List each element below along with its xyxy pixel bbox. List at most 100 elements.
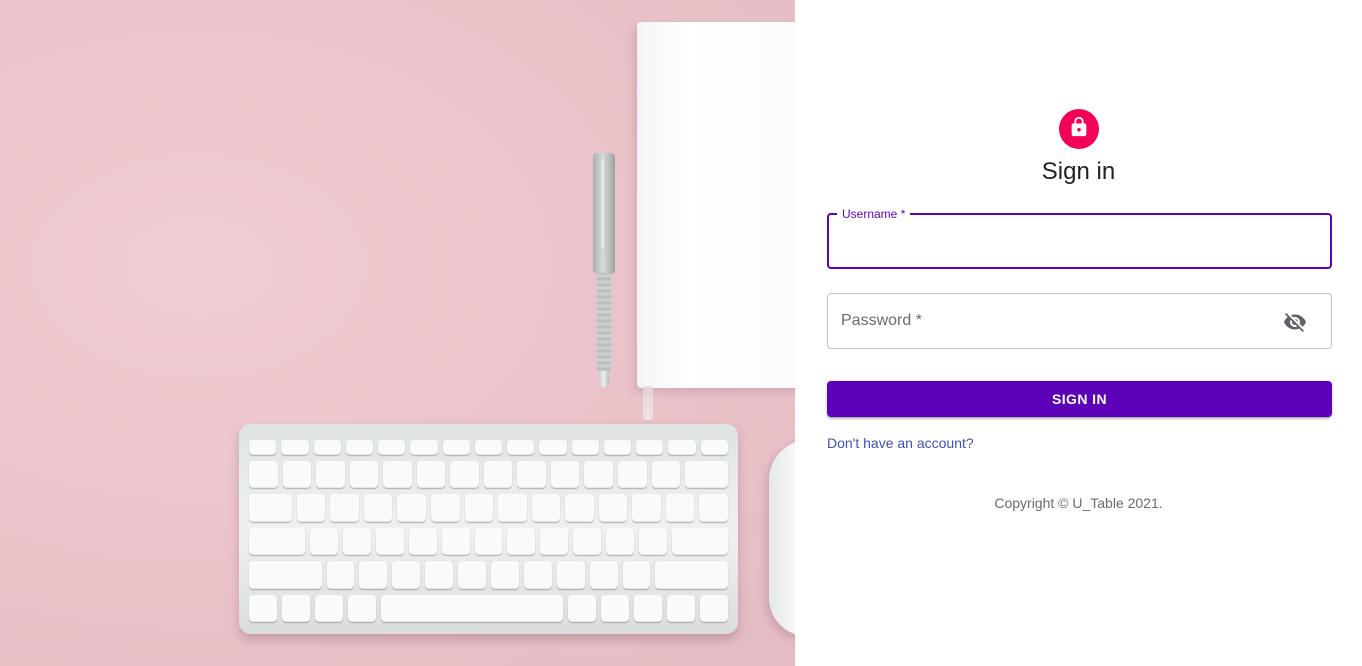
keyboard-row: [249, 594, 728, 623]
keyboard-key: [296, 494, 326, 522]
keyboard-row: [249, 561, 728, 589]
keyboard-key: [639, 527, 668, 556]
keyboard-key: [601, 594, 629, 623]
keyboard-row: [249, 440, 728, 456]
keyboard-key: [598, 494, 628, 522]
keyboard-key: [672, 527, 729, 556]
keyboard-key: [309, 527, 338, 556]
keyboard-key: [316, 461, 345, 489]
username-input[interactable]: [829, 215, 1330, 267]
keyboard-key: [668, 440, 696, 456]
keyboard-key: [458, 561, 486, 589]
lock-icon: [1068, 116, 1090, 143]
keyboard-key: [392, 561, 421, 589]
keyboard-key: [568, 594, 596, 623]
lock-avatar: [1059, 109, 1099, 149]
keyboard-key: [383, 461, 412, 489]
keyboard-key: [313, 440, 341, 456]
keyboard-key: [282, 461, 312, 489]
keyboard-key: [359, 561, 388, 589]
keyboard-key: [410, 440, 438, 456]
keyboard-key: [375, 527, 404, 556]
keyboard-key: [618, 461, 647, 489]
keyboard-key: [685, 461, 728, 489]
keyboard-key: [425, 561, 454, 589]
keyboard-key: [378, 440, 406, 456]
keyboard-key: [700, 594, 728, 623]
keyboard-key: [249, 527, 305, 556]
login-panel: Sign in Username * Password * SIGN IN Do…: [795, 0, 1362, 666]
keyboard-key: [603, 440, 632, 456]
keyboard-row: [249, 461, 728, 489]
keyboard-key: [498, 494, 527, 522]
keyboard-key: [584, 461, 614, 489]
keyboard-key: [565, 494, 594, 522]
username-field[interactable]: Username *: [827, 207, 1332, 269]
keyboard-key: [326, 561, 355, 589]
keyboard-key: [249, 561, 322, 589]
copyright-text: Copyright © U_Table 2021.: [994, 495, 1163, 511]
keyboard-key: [381, 594, 563, 623]
keyboard-key: [539, 440, 567, 456]
keyboard-key: [507, 440, 535, 456]
keyboard-key: [249, 440, 277, 456]
keyboard-key: [655, 561, 728, 589]
keyboard-key: [282, 594, 310, 623]
keyboard-key: [249, 594, 277, 623]
page-title: Sign in: [1041, 158, 1116, 185]
keyboard-key: [634, 594, 662, 623]
keyboard-key: [431, 494, 460, 522]
mouse-illustration: [769, 440, 795, 636]
keyboard-key: [490, 561, 519, 589]
keyboard-key: [589, 561, 618, 589]
keyboard-key: [700, 440, 728, 456]
password-field[interactable]: Password *: [827, 293, 1332, 349]
keyboard-key: [523, 561, 552, 589]
keyboard-key: [408, 527, 437, 556]
keyboard-illustration: [239, 424, 738, 634]
keyboard-key: [667, 594, 695, 623]
keyboard-key: [441, 527, 470, 556]
keyboard-key: [571, 440, 599, 456]
keyboard-key: [665, 494, 695, 522]
keyboard-key: [349, 461, 379, 489]
keyboard-key: [606, 527, 635, 556]
keyboard-key: [442, 440, 470, 456]
notebook-ribbon: [643, 386, 653, 420]
keyboard-row: [249, 527, 729, 556]
keyboard-key: [474, 527, 503, 556]
keyboard-key: [483, 461, 513, 489]
keyboard-key: [699, 494, 728, 522]
keyboard-key: [632, 494, 661, 522]
keyboard-key: [397, 494, 427, 522]
keyboard-key: [348, 594, 376, 623]
keyboard-key: [622, 561, 651, 589]
hero-image: [0, 0, 795, 666]
signup-link[interactable]: Don't have an account?: [827, 435, 974, 451]
keyboard-key: [540, 527, 569, 556]
keyboard-keys: [249, 440, 729, 623]
keyboard-key: [531, 494, 561, 522]
keyboard-key: [315, 594, 343, 623]
keyboard-row: [249, 494, 728, 522]
pen-illustration: [593, 153, 615, 387]
keyboard-key: [573, 527, 602, 556]
pen-clip: [600, 159, 606, 249]
keyboard-key: [345, 440, 374, 456]
sign-in-button[interactable]: SIGN IN: [827, 381, 1332, 417]
keyboard-key: [556, 561, 585, 589]
pen-tip: [599, 371, 609, 387]
keyboard-key: [450, 461, 479, 489]
pen-grip: [597, 273, 611, 373]
keyboard-key: [464, 494, 494, 522]
keyboard-key: [517, 461, 546, 489]
keyboard-key: [416, 461, 446, 489]
notebook-illustration: [637, 22, 795, 388]
keyboard-key: [474, 440, 503, 456]
password-input[interactable]: [828, 294, 1331, 348]
keyboard-key: [550, 461, 580, 489]
keyboard-key: [507, 527, 536, 556]
visibility-off-icon[interactable]: [1283, 310, 1307, 334]
keyboard-key: [363, 494, 393, 522]
keyboard-key: [651, 461, 681, 489]
